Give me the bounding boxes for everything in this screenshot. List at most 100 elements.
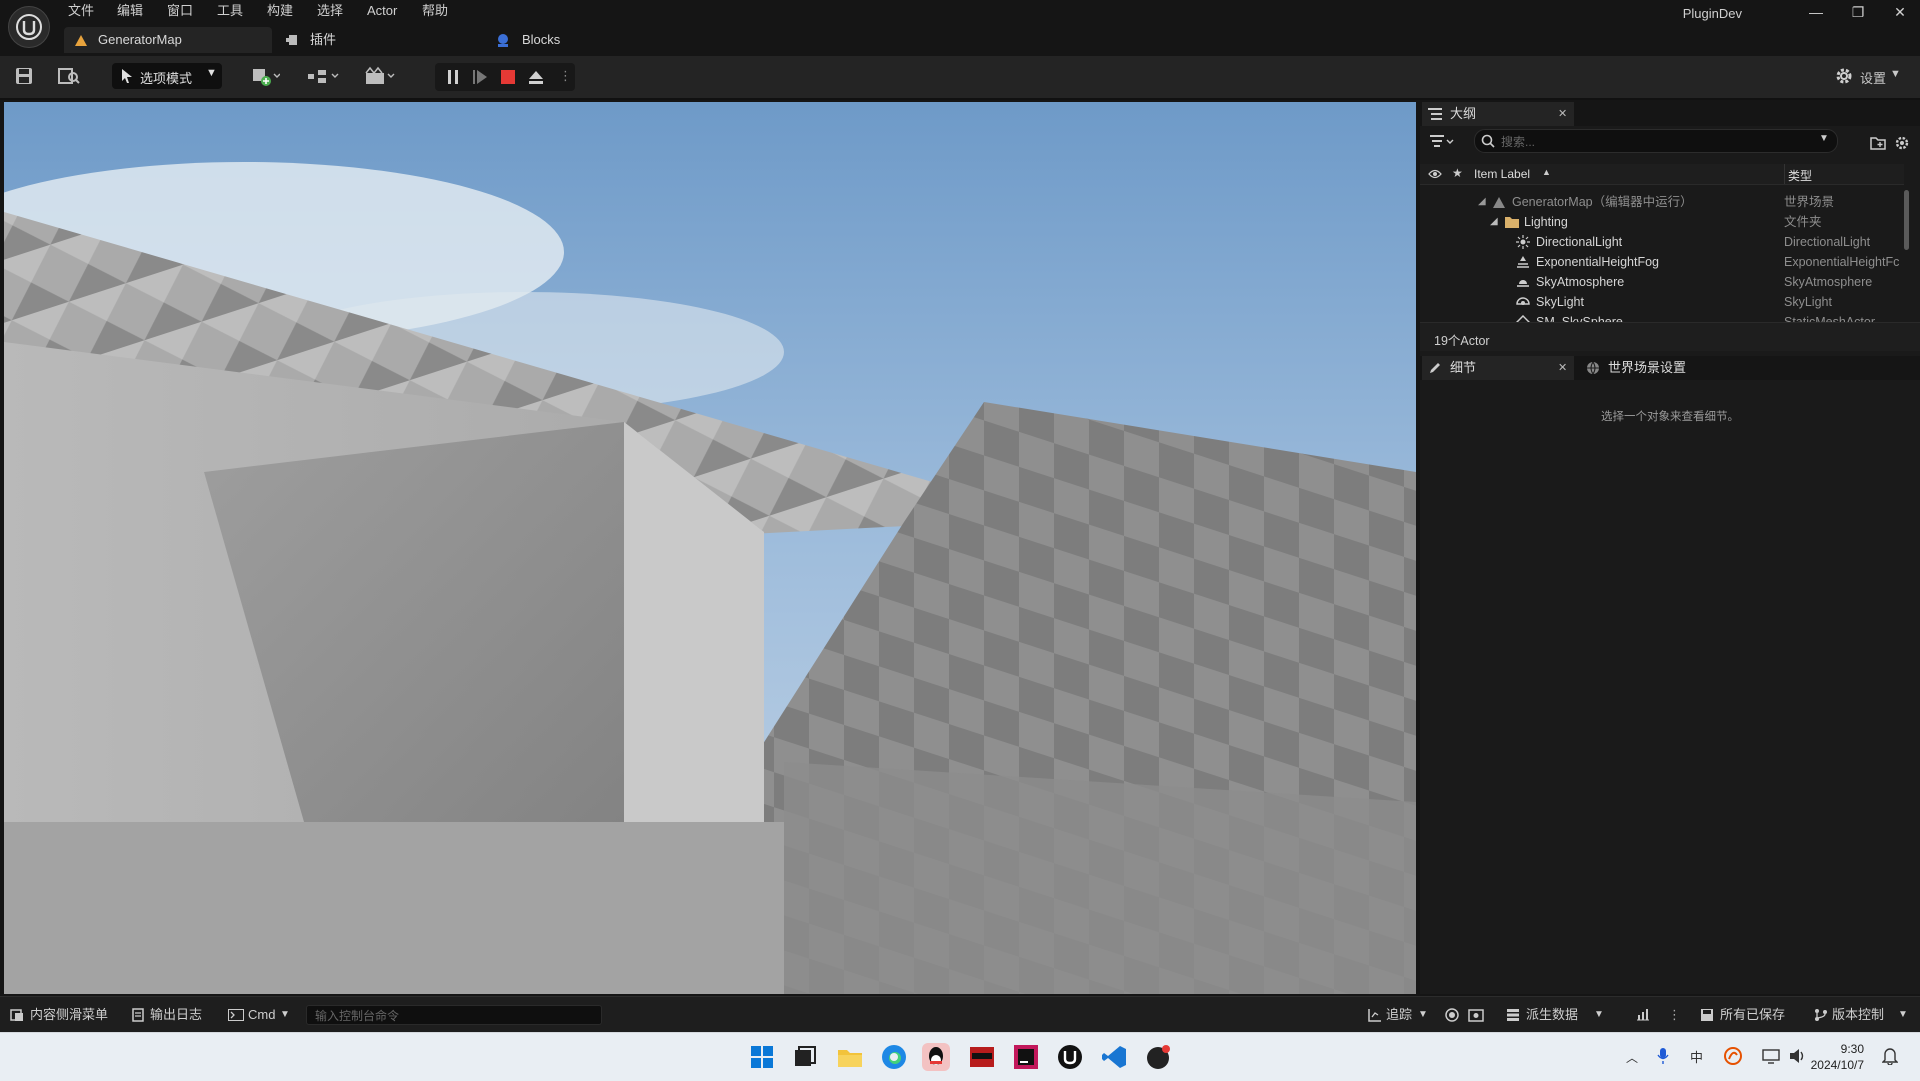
pencil-icon: [1428, 361, 1442, 375]
step-forward-icon[interactable]: [472, 69, 488, 85]
outliner-scrollbar[interactable]: [1904, 190, 1912, 254]
voicemeeter-icon[interactable]: [968, 1043, 996, 1071]
level-viewport[interactable]: [4, 102, 1416, 994]
project-name: PluginDev: [1682, 6, 1742, 21]
stop-icon[interactable]: [500, 69, 516, 85]
close-window-icon[interactable]: ✕: [1880, 2, 1920, 22]
tab-blocks[interactable]: Blocks: [496, 27, 596, 53]
vscode-icon[interactable]: [1100, 1043, 1128, 1071]
list-item[interactable]: SkyLight SkyLight: [1420, 292, 1904, 312]
tab-generatormap[interactable]: GeneratorMap: [64, 27, 272, 53]
file-explorer-icon[interactable]: [836, 1043, 864, 1071]
main-toolbar: 选项模式 ▼ ⋮ 设置 ▼: [0, 56, 1920, 100]
cursor-icon: [120, 68, 134, 84]
network-icon[interactable]: [1762, 1048, 1780, 1064]
close-icon[interactable]: ✕: [1558, 102, 1567, 126]
unreal-engine-icon[interactable]: [1056, 1043, 1084, 1071]
eject-icon[interactable]: [528, 69, 544, 85]
chevron-down-icon: ▼: [1890, 68, 1901, 80]
task-view-icon[interactable]: [790, 1043, 818, 1071]
search-placeholder: 搜索...: [1501, 135, 1536, 149]
settings-button[interactable]: 设置 ▼: [1834, 65, 1914, 87]
status-bar: 内容侧滑菜单 输出日志 Cmd ▼ 输入控制台命令 追踪 ▼ 派生数据 ▼ ⋮ …: [0, 996, 1920, 1033]
outliner-search[interactable]: 搜索... ▼: [1474, 129, 1838, 153]
list-item[interactable]: ◢ Lighting 文件夹: [1420, 212, 1904, 232]
details-title: 细节: [1450, 360, 1477, 375]
all-saved-button[interactable]: 所有已保存: [1700, 1006, 1790, 1024]
menu-tools[interactable]: 工具: [217, 3, 243, 19]
derived-data-button[interactable]: 派生数据 ▼: [1506, 1006, 1606, 1024]
tray-expand-icon[interactable]: ︿: [1626, 1049, 1638, 1066]
rider-icon[interactable]: [1012, 1043, 1040, 1071]
microphone-icon[interactable]: [1656, 1047, 1670, 1065]
volume-icon[interactable]: [1788, 1048, 1806, 1064]
windows-start-icon[interactable]: [748, 1043, 776, 1071]
pause-icon[interactable]: [445, 69, 461, 85]
cmd-label: Cmd: [248, 1007, 276, 1022]
derived-data-label: 派生数据: [1526, 1007, 1579, 1022]
trace-button[interactable]: 追踪 ▼: [1368, 1006, 1428, 1024]
expand-arrow-icon[interactable]: ◢: [1478, 192, 1486, 212]
item-label-header[interactable]: Item Label: [1474, 167, 1530, 181]
outliner-header: 大纲 ✕: [1420, 102, 1920, 126]
list-item[interactable]: ◢ GeneratorMap（编辑器中运行） 世界场景: [1420, 192, 1904, 212]
settings-label: 设置: [1860, 71, 1887, 86]
list-item[interactable]: SkyAtmosphere SkyAtmosphere: [1420, 272, 1904, 292]
browse-icon[interactable]: [58, 66, 80, 88]
world-settings-label: 世界场景设置: [1608, 360, 1687, 375]
tab-plugins[interactable]: 插件: [284, 27, 404, 53]
close-icon[interactable]: ✕: [1558, 356, 1567, 380]
tab-details[interactable]: 细节 ✕: [1422, 356, 1574, 380]
pin-star-icon[interactable]: ★: [1452, 166, 1463, 180]
cinematics-icon[interactable]: [364, 66, 395, 88]
ime-icon[interactable]: 中: [1690, 1047, 1703, 1066]
record-icon[interactable]: [1444, 1007, 1460, 1025]
blueprint-menu-icon[interactable]: [306, 66, 339, 88]
menu-edit[interactable]: 编辑: [117, 3, 143, 19]
tab-outliner[interactable]: 大纲 ✕: [1422, 102, 1574, 126]
source-control-label: 版本控制: [1832, 1007, 1885, 1022]
menu-window[interactable]: 窗口: [167, 3, 193, 19]
new-folder-icon[interactable]: [1870, 136, 1886, 150]
sogou-icon[interactable]: [1724, 1047, 1742, 1065]
output-log-button[interactable]: 输出日志: [132, 1006, 212, 1024]
add-actor-icon[interactable]: [252, 66, 280, 88]
minimize-icon[interactable]: —: [1796, 2, 1836, 22]
filter-icon[interactable]: [1430, 135, 1454, 149]
menu-build[interactable]: 构建: [267, 3, 293, 19]
menu-actor[interactable]: Actor: [367, 3, 397, 19]
list-item[interactable]: SM_SkySphere StaticMeshActor: [1420, 312, 1904, 322]
gear-icon[interactable]: [1894, 135, 1910, 151]
tab-world-settings[interactable]: 世界场景设置: [1580, 356, 1760, 380]
mode-label: 选项模式: [140, 71, 193, 86]
more-options-icon[interactable]: ⋮: [1668, 1006, 1681, 1024]
edge-browser-icon[interactable]: [880, 1043, 908, 1071]
menu-select[interactable]: 选择: [317, 3, 343, 19]
list-item[interactable]: ExponentialHeightFog ExponentialHeightFc: [1420, 252, 1904, 272]
expand-arrow-icon[interactable]: ◢: [1490, 212, 1498, 232]
content-drawer-button[interactable]: 内容侧滑菜单: [10, 1006, 120, 1024]
more-options-icon[interactable]: ⋮: [559, 68, 572, 84]
trace-icon: [1368, 1008, 1382, 1022]
notification-bell-icon[interactable]: [1882, 1047, 1898, 1065]
menu-help[interactable]: 帮助: [422, 3, 448, 19]
source-control-button[interactable]: 版本控制 ▼: [1814, 1006, 1914, 1024]
perf-icon[interactable]: [1636, 1007, 1650, 1025]
clock[interactable]: 9:30 2024/10/7: [1811, 1041, 1864, 1073]
derived-data-icon: [1506, 1008, 1520, 1022]
details-header: 细节 ✕ 世界场景设置: [1420, 356, 1920, 380]
github-desktop-icon[interactable]: [1144, 1043, 1172, 1071]
list-item[interactable]: DirectionalLight DirectionalLight: [1420, 232, 1904, 252]
console-input[interactable]: 输入控制台命令: [306, 1005, 602, 1025]
qq-icon[interactable]: [922, 1043, 950, 1071]
unreal-logo-icon[interactable]: [8, 6, 50, 48]
visibility-eye-icon[interactable]: [1428, 168, 1442, 180]
save-icon[interactable]: [14, 66, 36, 88]
screenshot-icon[interactable]: [1468, 1007, 1484, 1025]
type-header[interactable]: 类型: [1782, 167, 1812, 184]
menu-file[interactable]: 文件: [68, 3, 94, 19]
restore-icon[interactable]: ❐: [1838, 2, 1878, 22]
mode-select[interactable]: 选项模式 ▼: [112, 63, 222, 89]
gear-icon: [1834, 66, 1854, 86]
cmd-select[interactable]: Cmd ▼: [228, 1006, 298, 1024]
